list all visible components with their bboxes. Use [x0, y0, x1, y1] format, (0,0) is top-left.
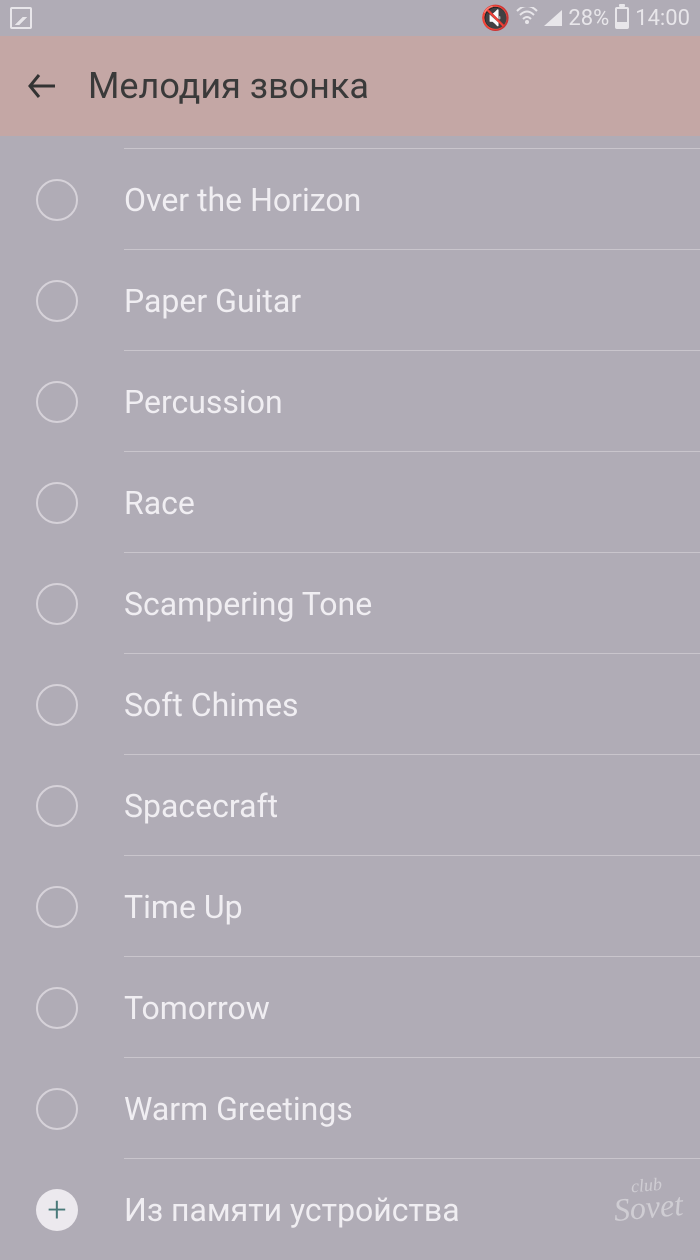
wifi-icon	[516, 6, 538, 30]
radio-icon[interactable]	[36, 886, 78, 928]
ringtone-item[interactable]: Over the Horizon	[0, 149, 700, 250]
ringtone-label: Percussion	[124, 383, 283, 421]
radio-icon[interactable]	[36, 482, 78, 524]
add-from-device-label: Из памяти устройства	[124, 1191, 460, 1229]
battery-icon	[615, 7, 629, 29]
app-header: Мелодия звонка	[0, 36, 700, 136]
ringtone-label: Over the Horizon	[124, 181, 361, 219]
plus-icon[interactable]: +	[36, 1189, 78, 1231]
ringtone-item[interactable]: Soft Chimes	[0, 654, 700, 755]
signal-icon	[544, 10, 562, 26]
ringtone-item[interactable]: Tomorrow	[0, 957, 700, 1058]
back-button[interactable]	[24, 68, 60, 104]
status-time: 14:00	[635, 6, 690, 31]
ringtone-list: Over the Horizon Paper Guitar Percussion…	[0, 148, 700, 1260]
radio-icon[interactable]	[36, 179, 78, 221]
ringtone-item[interactable]: Paper Guitar	[0, 250, 700, 351]
ringtone-item[interactable]: Scampering Tone	[0, 553, 700, 654]
radio-icon[interactable]	[36, 280, 78, 322]
radio-icon[interactable]	[36, 381, 78, 423]
ringtone-label: Spacecraft	[124, 787, 278, 825]
status-left	[10, 7, 32, 29]
ringtone-label: Race	[124, 484, 195, 522]
add-from-device-item[interactable]: + Из памяти устройства	[0, 1159, 700, 1260]
ringtone-label: Tomorrow	[124, 989, 270, 1027]
radio-icon[interactable]	[36, 1088, 78, 1130]
ringtone-item[interactable]: Percussion	[0, 351, 700, 452]
picture-icon	[10, 7, 32, 29]
ringtone-label: Paper Guitar	[124, 282, 301, 320]
ringtone-item[interactable]: Warm Greetings	[0, 1058, 700, 1159]
watermark: club Sovet	[611, 1174, 684, 1225]
status-right: 🔇 28% 14:00	[480, 4, 690, 32]
ringtone-item[interactable]: Spacecraft	[0, 755, 700, 856]
ringtone-label: Warm Greetings	[124, 1090, 353, 1128]
mute-icon: 🔇	[480, 4, 510, 32]
radio-icon[interactable]	[36, 785, 78, 827]
ringtone-item[interactable]: Time Up	[0, 856, 700, 957]
ringtone-label: Scampering Tone	[124, 585, 372, 623]
page-title: Мелодия звонка	[88, 65, 369, 107]
radio-icon[interactable]	[36, 583, 78, 625]
battery-percent: 28%	[568, 6, 609, 31]
ringtone-label: Time Up	[124, 888, 243, 926]
watermark-bottom: Sovet	[612, 1186, 684, 1228]
ringtone-label: Soft Chimes	[124, 686, 299, 724]
radio-icon[interactable]	[36, 684, 78, 726]
status-bar: 🔇 28% 14:00	[0, 0, 700, 36]
radio-icon[interactable]	[36, 987, 78, 1029]
ringtone-item[interactable]: Race	[0, 452, 700, 553]
